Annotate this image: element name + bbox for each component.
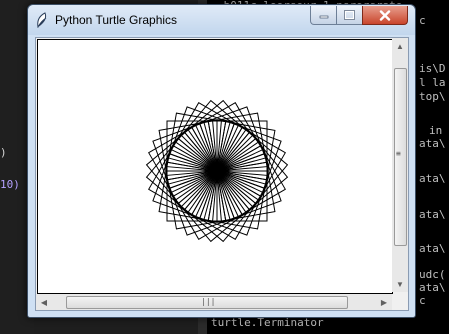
console-line: ata\ [419,242,446,255]
scroll-left-arrow-icon[interactable]: ◀ [36,294,52,310]
feather-icon [35,12,49,29]
scroll-right-arrow-icon[interactable]: ▶ [376,294,392,310]
window-title: Python Turtle Graphics [55,13,178,27]
vertical-scrollbar[interactable]: ▲ ≡ ▼ [392,38,408,292]
console-line: ata\ [419,137,446,150]
maximize-button[interactable] [336,6,363,25]
horizontal-scroll-thumb[interactable]: ||| [66,296,348,309]
scroll-down-arrow-icon[interactable]: ▼ [392,276,408,292]
horizontal-scrollbar[interactable]: ◀ ||| ▶ [36,294,392,310]
grip-icon: ||| [201,297,216,306]
minimize-icon [319,15,328,19]
console-line: ata\ [419,208,446,221]
console-line: top\ [419,90,446,103]
console-line: ata\ [419,172,446,185]
editor-line: ) [0,146,7,159]
editor-line: 10) [0,178,20,191]
turtle-drawing [145,99,289,243]
turtle-window: Python Turtle Graphics ▲ ≡ ▼ ◀ ||| ▶ [27,4,416,318]
console-line: c [419,294,426,307]
console-line: in [429,124,443,137]
close-icon [379,9,391,21]
title-bar[interactable]: Python Turtle Graphics [28,5,415,35]
window-client-area: ▲ ≡ ▼ ◀ ||| ▶ [35,37,409,311]
scroll-up-arrow-icon[interactable]: ▲ [392,38,408,54]
console-line: c [419,14,426,27]
console-line: udc( [419,268,446,281]
turtle-canvas[interactable] [37,39,393,294]
vertical-scroll-thumb[interactable]: ≡ [394,68,407,246]
close-button[interactable] [362,6,408,25]
console-line: is\D [419,62,446,75]
editor-number: 10) [0,178,20,191]
minimize-button[interactable] [310,6,337,25]
grip-icon: ≡ [396,149,401,158]
maximize-icon [344,10,355,20]
console-line: l la [419,76,446,89]
console-line: ata\ [419,281,446,294]
